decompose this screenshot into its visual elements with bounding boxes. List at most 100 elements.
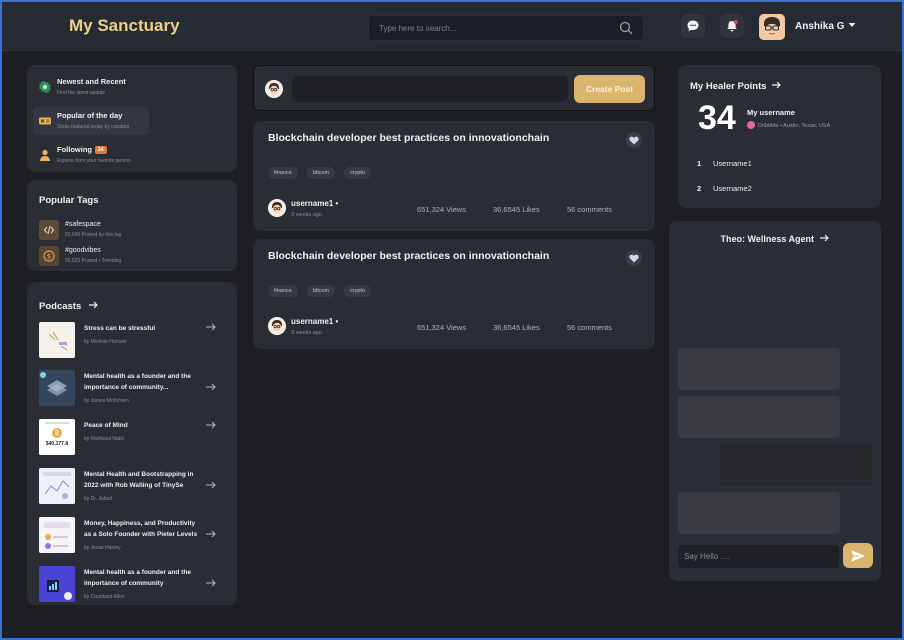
- nav-item-subtitle: Shots featured today by curators: [57, 124, 130, 130]
- avatar[interactable]: [268, 317, 286, 335]
- arrow-right-icon[interactable]: [205, 480, 217, 490]
- podcast-author: by Michele Hansen: [84, 339, 127, 345]
- search-icon[interactable]: [619, 21, 633, 35]
- post-title[interactable]: Blockchain developer best practices on i…: [268, 250, 549, 262]
- tag-item[interactable]: #safespace 82,645 Posted by this tag: [39, 220, 229, 240]
- post-comments[interactable]: 56 comments: [567, 205, 612, 214]
- ticket-icon: [39, 117, 51, 125]
- send-button[interactable]: [843, 543, 873, 568]
- svg-text:$: $: [47, 253, 51, 261]
- thumbnail-price: $40,177.8: [45, 441, 69, 447]
- podcast-author: by Jesse Hanley: [84, 545, 121, 551]
- feed-filter-card: Newest and Recent Find the latest update…: [27, 65, 237, 172]
- rank-username[interactable]: Username1: [713, 159, 752, 168]
- rank-username[interactable]: Username2: [713, 184, 752, 193]
- podcast-thumbnail: [39, 468, 75, 504]
- arrow-right-icon[interactable]: [205, 382, 217, 392]
- podcast-item[interactable]: Mental health as a founder and the impor…: [39, 566, 229, 606]
- app-title[interactable]: My Sanctuary: [69, 16, 180, 36]
- post-card[interactable]: Blockchain developer best practices on i…: [253, 121, 655, 231]
- search-input[interactable]: [379, 16, 609, 40]
- notifications-button[interactable]: [720, 14, 744, 38]
- sparkle-badge-icon: [39, 81, 51, 93]
- post-card[interactable]: Blockchain developer best practices on i…: [253, 239, 655, 349]
- podcast-item[interactable]: Mental Health and Bootstrapping in 2022 …: [39, 468, 229, 508]
- podcast-title: Mental health as a founder and the impor…: [84, 569, 191, 587]
- tag-chip[interactable]: bitcoin: [307, 167, 335, 179]
- arrow-right-icon[interactable]: [205, 322, 217, 332]
- chat-message-bubble: [678, 348, 840, 390]
- podcast-item[interactable]: Money, Happiness, and Productivity as a …: [39, 517, 229, 557]
- person-icon: [40, 149, 50, 161]
- messages-button[interactable]: [681, 14, 705, 38]
- chat-input[interactable]: [678, 545, 839, 568]
- create-post-button[interactable]: Create Post: [574, 75, 645, 103]
- chat-message-bubble: [678, 396, 840, 438]
- arrow-right-icon[interactable]: [205, 420, 217, 430]
- tag-chip[interactable]: crypto: [344, 167, 371, 179]
- like-button[interactable]: [626, 250, 642, 266]
- post-views: 651,324 Views: [417, 205, 467, 214]
- nav-item-subtitle: Explore from your favorite person: [57, 158, 131, 164]
- avatar: [265, 80, 283, 98]
- nav-item-title: Following 24: [57, 145, 107, 154]
- avatar[interactable]: [759, 14, 785, 40]
- post-author[interactable]: username1 •: [291, 317, 338, 326]
- podcast-item[interactable]: Mental health as a founder and the impor…: [39, 370, 229, 410]
- chat-header[interactable]: Theo: Wellness Agent: [669, 234, 881, 244]
- user-name[interactable]: Anshika G: [795, 21, 844, 32]
- podcasts-card: Podcasts Stress can be stressful by Mich…: [27, 282, 237, 605]
- arrow-right-icon: [772, 81, 782, 89]
- podcast-title: Stress can be stressful: [84, 325, 156, 332]
- healer-points-header[interactable]: My Healer Points: [690, 81, 782, 92]
- nav-item-title: Newest and Recent: [57, 77, 126, 86]
- arrow-right-icon[interactable]: [205, 578, 217, 588]
- tag-chip[interactable]: bitcoin: [307, 285, 335, 297]
- post-title[interactable]: Blockchain developer best practices on i…: [268, 132, 549, 144]
- nav-item-subtitle: Find the latest update: [57, 90, 106, 96]
- podcast-thumbnail: ₿ $40,177.8: [39, 419, 75, 455]
- chevron-down-icon[interactable]: [847, 20, 857, 30]
- podcast-item[interactable]: ₿ $40,177.8 Peace of Mind by Mahfuzul Na…: [39, 419, 229, 459]
- tag-meta: 65,523 Posted • Trending: [65, 258, 122, 264]
- post-likes: 36,6545 Likes: [493, 205, 540, 214]
- code-icon: [39, 220, 59, 240]
- podcast-title: Mental Health and Bootstrapping in 2022 …: [84, 471, 194, 489]
- post-author[interactable]: username1 •: [291, 199, 338, 208]
- like-button[interactable]: [626, 132, 642, 148]
- user-avatar-icon: [759, 14, 785, 40]
- avatar[interactable]: [268, 199, 286, 217]
- dollar-icon: $: [39, 246, 59, 266]
- arrow-right-icon[interactable]: [205, 529, 217, 539]
- tag-chip[interactable]: finance: [268, 285, 298, 297]
- podcast-author: by Dr. Jubed: [84, 496, 113, 502]
- nav-following[interactable]: Following 24 Explore from your favorite p…: [33, 141, 149, 169]
- search-bar[interactable]: [368, 15, 644, 41]
- nav-popular-of-day[interactable]: Popular of the day Shots featured today …: [33, 107, 149, 135]
- user-avatar-icon: [268, 199, 286, 217]
- compose-post-input[interactable]: [292, 76, 568, 102]
- tag-item[interactable]: $ #goodvibes 65,523 Posted • Trending: [39, 246, 229, 266]
- chat-title: Theo: Wellness Agent: [720, 234, 814, 244]
- nav-item-label: Following: [57, 145, 92, 154]
- tag-chip[interactable]: finance: [268, 167, 298, 179]
- podcast-title: Mental health as a founder and the impor…: [84, 373, 191, 391]
- podcast-author: by Courtland Allen: [84, 594, 125, 600]
- post-comments[interactable]: 56 comments: [567, 323, 612, 332]
- arrow-right-icon: [88, 301, 98, 309]
- chat-message-bubble: [720, 444, 872, 486]
- chat-bubble-icon: [687, 20, 699, 32]
- nav-newest-recent[interactable]: Newest and Recent Find the latest update: [33, 73, 149, 101]
- heart-icon: [629, 136, 639, 144]
- podcast-title: Money, Happiness, and Productivity as a …: [84, 520, 198, 538]
- tag-chip[interactable]: crypto: [344, 285, 371, 297]
- podcasts-header[interactable]: Podcasts: [39, 296, 99, 314]
- rank-number: 1: [697, 159, 702, 168]
- user-avatar-icon: [268, 317, 286, 335]
- podcast-item[interactable]: Stress can be stressful by Michele Hanse…: [39, 322, 229, 362]
- wellness-agent-chat: Theo: Wellness Agent: [669, 221, 881, 581]
- post-likes: 36,6545 Likes: [493, 323, 540, 332]
- user-avatar-icon: [265, 80, 283, 98]
- send-icon: [851, 549, 865, 562]
- post-timestamp: 3 weeks ago: [291, 330, 322, 336]
